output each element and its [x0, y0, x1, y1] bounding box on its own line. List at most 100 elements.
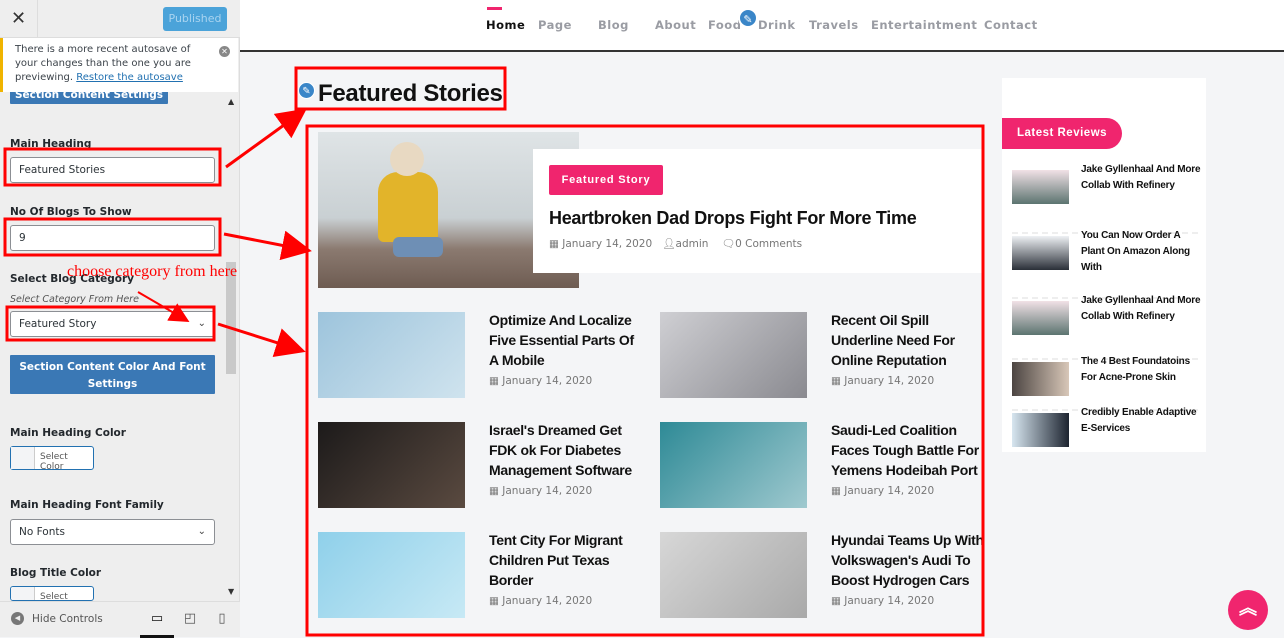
post-date: ▦ January 14, 2020	[831, 595, 934, 607]
dismiss-icon[interactable]: ✕	[219, 46, 230, 57]
nav-page[interactable]: Page	[538, 18, 572, 32]
post-thumbnail[interactable]	[660, 312, 807, 398]
hide-controls-button[interactable]: Hide Controls	[32, 613, 103, 625]
post-date-text: January 14, 2020	[844, 375, 935, 387]
featured-comments[interactable]: 0 Comments	[735, 238, 802, 250]
latest-reviews-title: Latest Reviews	[1002, 118, 1122, 149]
post-title[interactable]: Recent Oil Spill Underline Need For Onli…	[831, 310, 986, 370]
published-button[interactable]: Published	[163, 7, 227, 31]
calendar-icon: ▦	[549, 238, 559, 250]
autosave-notice: There is a more recent autosave of your …	[0, 38, 238, 92]
close-icon[interactable]: ✕	[0, 0, 38, 38]
active-indicator	[487, 7, 502, 10]
review-thumbnail[interactable]	[1012, 362, 1069, 396]
calendar-icon: ▦	[831, 485, 841, 497]
post-title[interactable]: Tent City For Migrant Children Put Texas…	[489, 530, 644, 590]
post-date: ▦ January 14, 2020	[831, 375, 934, 387]
post-title[interactable]: Israel's Dreamed Get FDK ok For Diabetes…	[489, 420, 644, 480]
nav-food[interactable]: Food	[708, 18, 741, 32]
post-thumbnail[interactable]	[318, 422, 465, 508]
nav-blog[interactable]: Blog	[598, 18, 629, 32]
category-select[interactable]: Featured Story ⌄	[10, 311, 215, 337]
post-thumbnail[interactable]	[318, 312, 465, 398]
review-thumbnail[interactable]	[1012, 413, 1069, 447]
edit-shortcut-icon[interactable]: ✎	[738, 8, 758, 28]
nav-home[interactable]: Home	[486, 18, 525, 32]
customizer-panel: ✕ Published There is a more recent autos…	[0, 0, 240, 638]
calendar-icon: ▦	[489, 375, 499, 387]
calendar-icon: ▦	[831, 375, 841, 387]
select-color-label: Select Color	[40, 452, 68, 472]
review-title[interactable]: Credibly Enable Adaptive E-Services	[1081, 405, 1201, 437]
post-date: ▦ January 14, 2020	[489, 375, 592, 387]
annotation-text: choose category from here	[67, 263, 238, 280]
main-heading-color-button[interactable]: Select Color	[10, 446, 94, 472]
post-date-text: January 14, 2020	[502, 595, 593, 607]
nav-travels[interactable]: Travels	[809, 18, 859, 32]
scroll-up-icon[interactable]: ▲	[228, 97, 234, 106]
review-thumbnail[interactable]	[1012, 236, 1069, 270]
featured-author[interactable]: admin	[676, 238, 709, 250]
nav-contact[interactable]: Contact	[984, 18, 1038, 32]
post-date-text: January 14, 2020	[502, 375, 593, 387]
main-heading-color-label: Main Heading Color	[10, 427, 126, 439]
nav-about[interactable]: About	[655, 18, 696, 32]
featured-date: January 14, 2020	[562, 238, 653, 250]
review-item[interactable]: The 4 Best Foundatoins For Acne-Prone Sk…	[1012, 356, 1198, 411]
review-item[interactable]: Credibly Enable Adaptive E-Services	[1012, 407, 1198, 451]
blogs-count-label: No Of Blogs To Show	[10, 206, 132, 218]
tablet-preview-icon[interactable]: ◰	[180, 602, 200, 636]
review-item[interactable]: Jake Gyllenhaal And More Collab With Ref…	[1012, 295, 1201, 360]
post-title[interactable]: Hyundai Teams Up With Volkswagen's Audi …	[831, 530, 986, 590]
post-date-text: January 14, 2020	[502, 485, 593, 497]
category-badge[interactable]: Featured Story	[549, 165, 663, 195]
restore-autosave-link[interactable]: Restore the autosave	[76, 72, 183, 83]
chevron-down-icon: ⌄	[197, 526, 206, 537]
mobile-preview-icon[interactable]: ▯	[212, 602, 232, 636]
nav-drink[interactable]: Drink	[758, 18, 796, 32]
review-title[interactable]: You Can Now Order A Plant On Amazon Alon…	[1081, 228, 1201, 276]
post-date: ▦ January 14, 2020	[831, 485, 934, 497]
review-thumbnail[interactable]	[1012, 301, 1069, 335]
desktop-preview-icon[interactable]: ▭	[140, 602, 174, 638]
main-heading-input[interactable]: Featured Stories	[10, 157, 215, 183]
review-thumbnail[interactable]	[1012, 170, 1069, 204]
customizer-footer: ◀ Hide Controls ▭ ◰ ▯	[0, 601, 240, 638]
post-title[interactable]: Saudi-Led Coalition Faces Tough Battle F…	[831, 420, 986, 480]
review-item[interactable]: You Can Now Order A Plant On Amazon Alon…	[1012, 230, 1198, 299]
calendar-icon: ▦	[489, 485, 499, 497]
post-title[interactable]: Optimize And Localize Five Essential Par…	[489, 310, 644, 370]
scroll-down-icon[interactable]: ▼	[228, 587, 234, 596]
review-title[interactable]: Jake Gyllenhaal And More Collab With Ref…	[1081, 293, 1201, 325]
post-thumbnail[interactable]	[318, 532, 465, 618]
font-family-select[interactable]: No Fonts ⌄	[10, 519, 215, 545]
latest-reviews-widget: Latest Reviews Jake Gyllenhaal And More …	[1002, 78, 1206, 452]
category-sublabel: Select Category From Here	[10, 294, 139, 305]
featured-meta: ▦ January 14, 2020 👤︎admin 🗨︎0 Comments	[549, 237, 802, 250]
color-swatch	[11, 587, 35, 600]
post-thumbnail[interactable]	[660, 532, 807, 618]
review-title[interactable]: The 4 Best Foundatoins For Acne-Prone Sk…	[1081, 354, 1201, 386]
post-thumbnail[interactable]	[660, 422, 807, 508]
blog-title-color-button[interactable]: Select Color	[10, 586, 94, 601]
scroll-to-top-button[interactable]: ︽	[1228, 590, 1268, 630]
post-date: ▦ January 14, 2020	[489, 595, 592, 607]
color-swatch	[11, 447, 35, 469]
select-color-label: Select Color	[40, 592, 68, 601]
featured-title[interactable]: Heartbroken Dad Drops Fight For More Tim…	[549, 206, 917, 230]
nav-entertainment[interactable]: Entertaintment	[871, 18, 977, 32]
calendar-icon: ▦	[489, 595, 499, 607]
post-date-text: January 14, 2020	[844, 485, 935, 497]
section-title: Featured Stories	[318, 80, 503, 107]
blogs-count-input[interactable]: 9	[10, 225, 215, 251]
font-family-label: Main Heading Font Family	[10, 499, 164, 511]
edit-shortcut-icon[interactable]: ✎	[298, 82, 315, 99]
collapse-icon[interactable]: ◀	[11, 612, 24, 625]
color-font-settings-button[interactable]: Section Content Color And Font Settings	[10, 355, 215, 394]
review-item[interactable]: Jake Gyllenhaal And More Collab With Ref…	[1012, 164, 1201, 234]
blog-title-color-label: Blog Title Color	[10, 567, 102, 579]
review-title[interactable]: Jake Gyllenhaal And More Collab With Ref…	[1081, 162, 1201, 194]
font-family-value: No Fonts	[19, 526, 65, 538]
featured-card: Featured Story Heartbroken Dad Drops Fig…	[533, 149, 983, 273]
post-date: ▦ January 14, 2020	[489, 485, 592, 497]
